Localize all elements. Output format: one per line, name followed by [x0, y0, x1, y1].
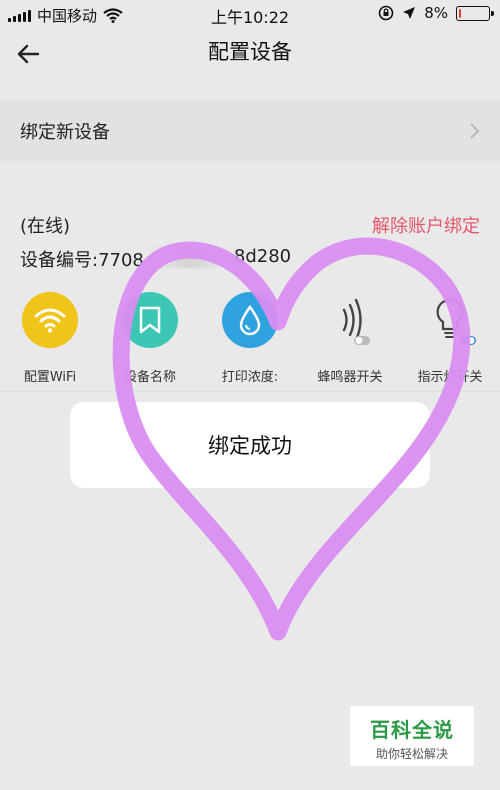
bind-new-device-label: 绑定新设备 — [20, 122, 110, 143]
bookmark-icon — [122, 292, 178, 348]
device-name-label: 设备名称 — [123, 370, 176, 385]
battery-percent: 8% — [424, 4, 448, 22]
location-icon — [403, 7, 416, 19]
bulb-icon — [422, 292, 478, 348]
rotation-lock-icon — [378, 5, 394, 21]
device-name-button[interactable]: 设备名称 — [100, 292, 200, 385]
watermark-logo: 百科全说 助你轻松解决 — [350, 706, 474, 766]
watermark-title: 百科全说 — [370, 718, 454, 742]
indicator-light-toggle-label: 指示灯开关 — [417, 370, 483, 385]
device-status: (在线) — [20, 216, 71, 237]
drop-icon — [222, 292, 278, 348]
nav-bar: 配置设备 — [0, 28, 500, 80]
configure-wifi-button[interactable]: 配置WiFi — [0, 292, 100, 385]
print-density-button[interactable]: 打印浓度: — [200, 292, 300, 385]
configure-wifi-label: 配置WiFi — [23, 370, 77, 385]
redacted-blur — [145, 246, 232, 268]
bind-new-device-row[interactable]: 绑定新设备 — [0, 101, 500, 161]
page-title: 配置设备 — [208, 40, 292, 64]
device-id-prefix: 设备编号:7708 — [20, 250, 144, 271]
indicator-light-toggle-button[interactable]: 指示灯开关 — [400, 292, 500, 385]
action-grid: 配置WiFi 设备名称 打印浓度: 蜂鸣器开关 指示灯开关 — [0, 292, 500, 392]
buzzer-toggle-label: 蜂鸣器开关 — [317, 370, 383, 385]
print-density-label: 打印浓度: — [221, 370, 279, 385]
status-right: 8% — [378, 4, 494, 22]
device-id: 设备编号:7708 8d280 — [20, 246, 291, 272]
sound-icon — [322, 292, 378, 348]
watermark-subtitle: 助你轻松解决 — [375, 747, 448, 761]
unbind-account-button[interactable]: 解除账户绑定 — [372, 212, 480, 238]
status-bar: 中国移动 上午10:22 8% — [0, 0, 500, 28]
device-id-suffix: 8d280 — [233, 246, 292, 267]
wifi-icon — [22, 292, 78, 348]
buzzer-toggle-button[interactable]: 蜂鸣器开关 — [300, 292, 400, 385]
chevron-right-icon — [470, 123, 480, 139]
battery-icon — [456, 5, 494, 21]
success-toast: 绑定成功 — [70, 402, 430, 488]
toast-message: 绑定成功 — [208, 434, 292, 458]
